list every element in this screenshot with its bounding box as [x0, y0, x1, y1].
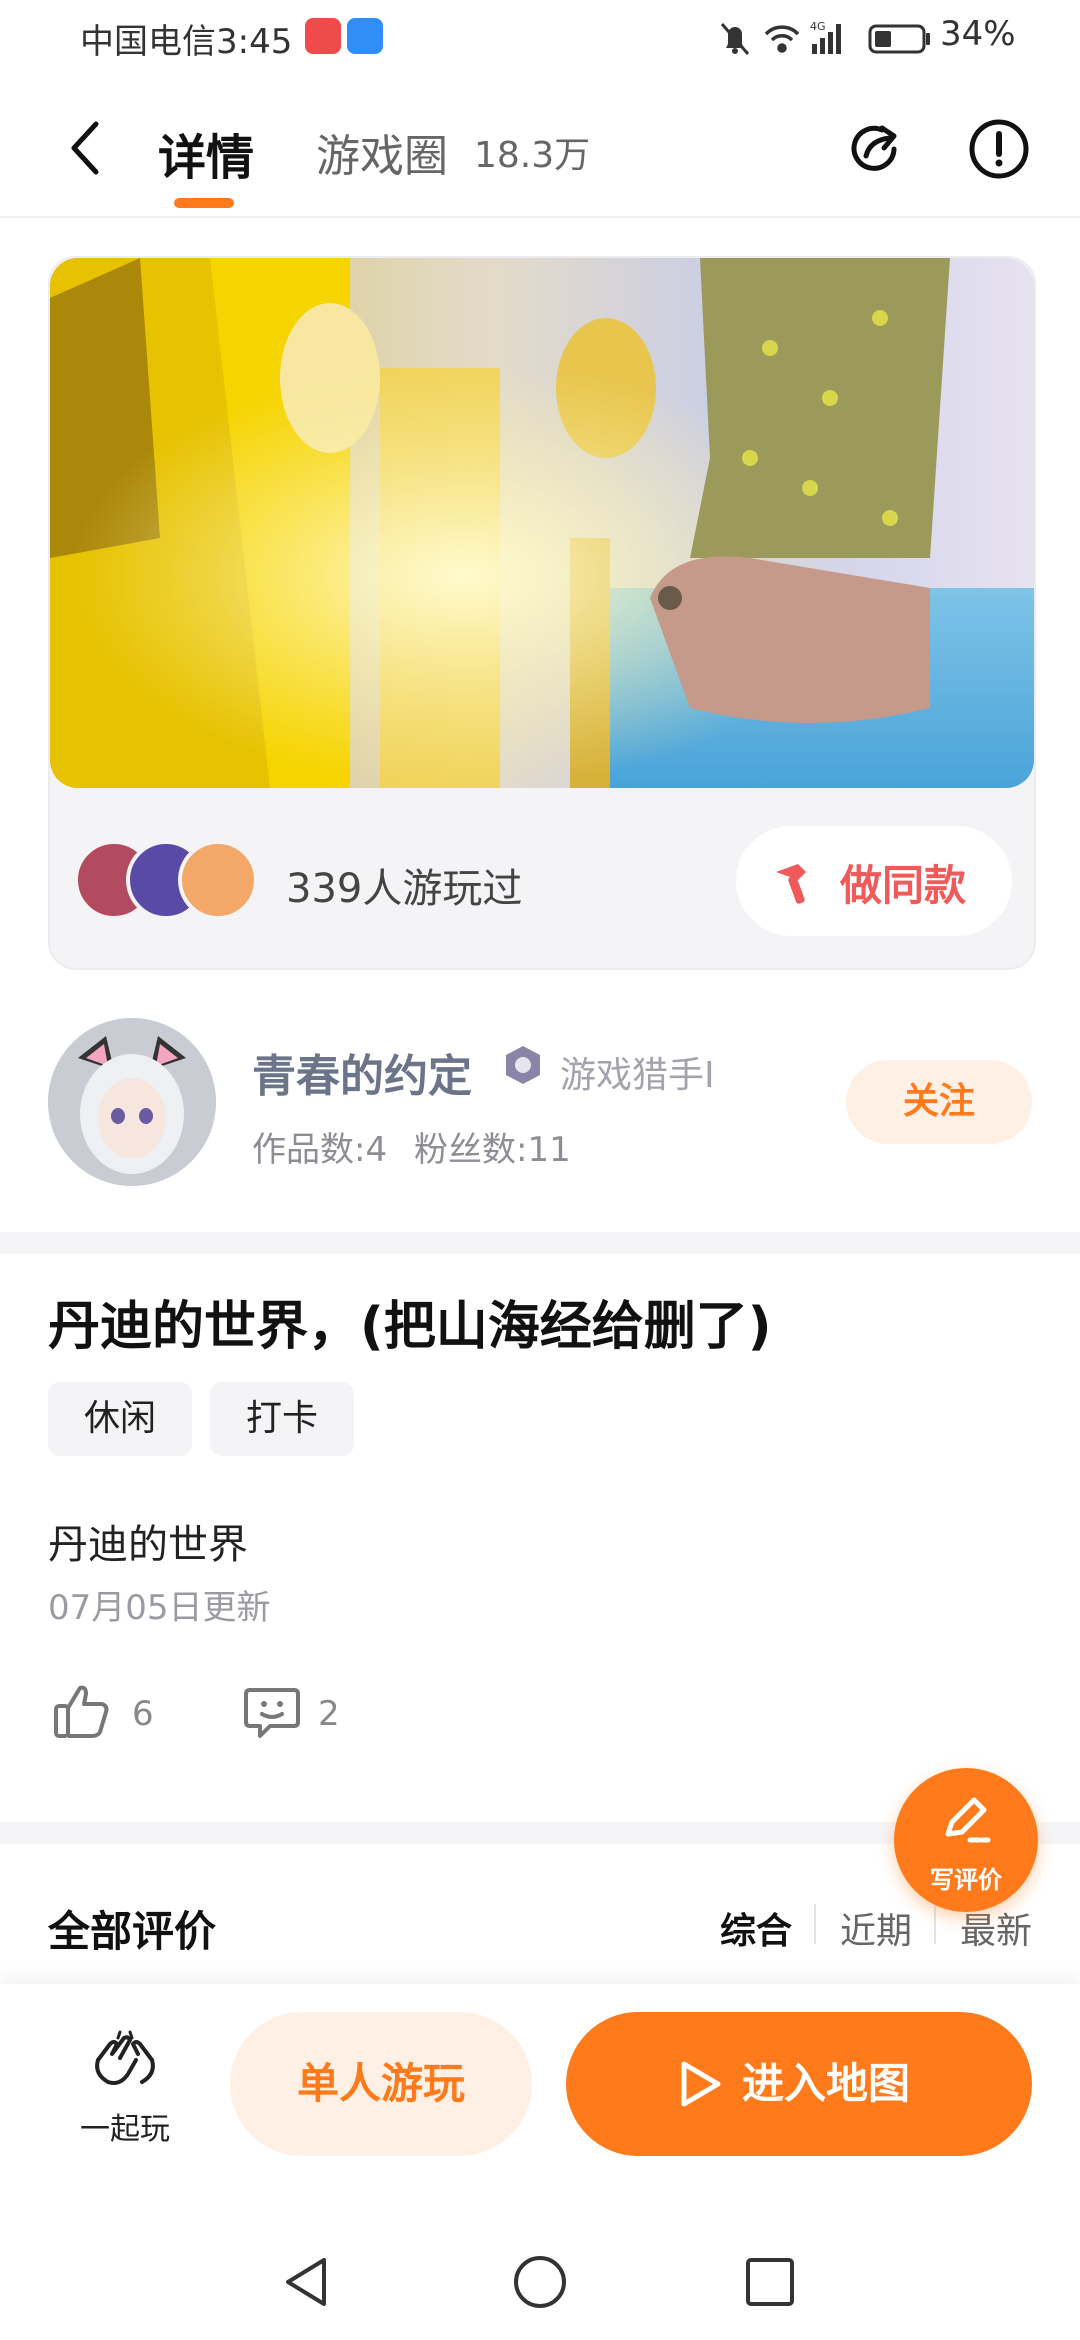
status-bar: 中国电信3:45 4G 34%: [0, 0, 1080, 80]
hammer-icon: [776, 864, 806, 904]
comment-icon[interactable]: [242, 1682, 302, 1742]
tab-active-indicator: [174, 198, 234, 208]
report-icon[interactable]: [966, 116, 1032, 182]
status-icons: 4G: [720, 20, 930, 55]
reviews-title: 全部评价: [48, 1907, 217, 1956]
svg-text:4G: 4G: [810, 20, 826, 33]
map-title: 丹迪的世界，(把山海经给删了): [48, 1297, 772, 1357]
update-date: 07月05日更新: [48, 1588, 271, 1628]
enter-map-button[interactable]: 进入地图: [566, 2012, 1032, 2156]
make-same-label: 做同款: [840, 861, 967, 910]
author-fans: 粉丝数:11: [414, 1130, 571, 1170]
player-avatar: [178, 840, 258, 920]
app-notification-icon: [305, 18, 341, 54]
section-divider: [0, 1232, 1080, 1254]
map-description: 丹迪的世界: [48, 1522, 248, 1568]
map-card: 339人游玩过 做同款: [48, 256, 1036, 970]
carrier-time: 中国电信3:45: [80, 22, 293, 62]
pencil-icon: [945, 1797, 991, 1843]
play-together-label[interactable]: 一起玩: [60, 2104, 190, 2148]
battery-icon: [868, 24, 930, 54]
author-works: 作品数:4: [252, 1130, 388, 1170]
weather-notification-icon: [347, 18, 383, 54]
clapping-hands-icon[interactable]: [90, 2030, 160, 2090]
write-review-label: 写评价: [930, 1866, 1002, 1894]
system-home-icon[interactable]: [510, 2252, 570, 2312]
player-avatars: [74, 840, 274, 920]
thumbs-up-icon[interactable]: [52, 1682, 112, 1742]
tab-game-circle[interactable]: 游戏圈: [316, 120, 448, 184]
author-section: 青春的约定 游戏猎手I 作品数:4 粉丝数:11 关注: [0, 1000, 1080, 1230]
author-name[interactable]: 青春的约定: [252, 1040, 472, 1104]
author-avatar[interactable]: [48, 1018, 216, 1186]
4g-signal-icon: 4G: [810, 20, 841, 54]
make-same-button[interactable]: 做同款: [736, 826, 1012, 936]
wifi-icon: [764, 25, 800, 53]
sort-recent[interactable]: 近期: [840, 1902, 912, 1954]
write-review-button[interactable]: 写评价: [894, 1768, 1038, 1912]
game-circle-count: 18.3万: [474, 135, 591, 176]
system-navigation-bar: [0, 2224, 1080, 2340]
hunter-badge-icon: [506, 1046, 540, 1084]
notifications-off-icon: [720, 23, 750, 55]
share-icon[interactable]: [842, 116, 908, 182]
sort-overall[interactable]: 综合: [720, 1902, 792, 1954]
play-icon: [681, 2061, 721, 2107]
solo-play-label: 单人游玩: [296, 2059, 465, 2108]
follow-button[interactable]: 关注: [846, 1060, 1032, 1144]
system-back-icon[interactable]: [278, 2252, 338, 2312]
tab-detail[interactable]: 详情: [158, 118, 254, 188]
enter-map-label: 进入地图: [742, 2059, 911, 2108]
back-arrow-icon[interactable]: [58, 118, 118, 178]
system-recents-icon[interactable]: [740, 2252, 800, 2312]
battery-percent: 34%: [940, 14, 1016, 54]
follow-label: 关注: [902, 1081, 975, 1122]
author-avatar-image: [48, 1018, 216, 1186]
top-nav: 详情 游戏圈 18.3万: [0, 80, 1080, 218]
solo-play-button[interactable]: 单人游玩: [230, 2012, 532, 2156]
played-count: 339人游玩过: [286, 866, 523, 912]
bottom-action-bar: 一起玩 单人游玩 进入地图: [0, 1984, 1080, 2224]
author-badge: 游戏猎手I: [560, 1055, 715, 1096]
tag-casual[interactable]: 休闲: [48, 1382, 192, 1456]
like-count: 6: [132, 1694, 154, 1734]
sort-separator: [934, 1904, 936, 1944]
map-preview-image[interactable]: [50, 258, 1034, 788]
tag-checkin[interactable]: 打卡: [210, 1382, 354, 1456]
sort-separator: [814, 1904, 816, 1944]
comment-count: 2: [318, 1694, 340, 1734]
